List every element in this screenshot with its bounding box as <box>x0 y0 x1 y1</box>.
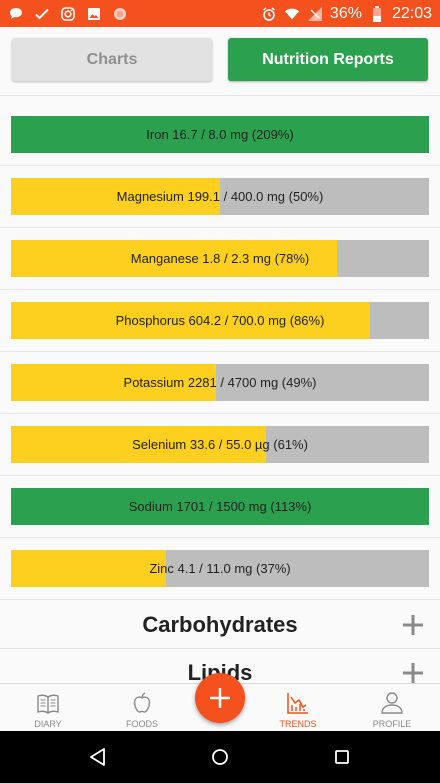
nutrient-label: Selenium 33.6 / 55.0 µg (61%) <box>132 437 308 452</box>
nutrient-row-phosphorus: Phosphorus 604.2 / 700.0 mg (86%) <box>0 290 440 352</box>
record-icon <box>112 6 128 22</box>
nutrient-row-potassium: Potassium 2281 / 4700 mg (49%) <box>0 352 440 414</box>
nutrient-bar: Magnesium 199.1 / 400.0 mg (50%) <box>11 178 429 215</box>
nutrient-row-manganese: Manganese 1.8 / 2.3 mg (78%) <box>0 228 440 290</box>
section-title: Carbohydrates <box>142 611 298 637</box>
plus-icon <box>210 688 230 708</box>
nutrient-row-magnesium: Magnesium 199.1 / 400.0 mg (50%) <box>0 166 440 228</box>
book-icon <box>37 694 59 714</box>
nutrient-row-selenium: Selenium 33.6 / 55.0 µg (61%) <box>0 414 440 476</box>
nutrient-label: Zinc 4.1 / 11.0 mg (37%) <box>149 561 291 576</box>
nutrient-bar: Selenium 33.6 / 55.0 µg (61%) <box>11 426 429 463</box>
nutrient-bar: Phosphorus 604.2 / 700.0 mg (86%) <box>11 302 429 339</box>
back-icon[interactable] <box>86 745 110 769</box>
nutrient-label: Phosphorus 604.2 / 700.0 mg (86%) <box>115 313 325 328</box>
nav-label: PROFILE <box>372 719 412 729</box>
person-icon <box>381 692 403 714</box>
nutrient-bar: Zinc 4.1 / 11.0 mg (37%) <box>11 550 429 587</box>
nutrient-row-sodium: Sodium 1701 / 1500 mg (113%) <box>0 476 440 538</box>
report-tabs: Charts Nutrition Reports <box>0 27 440 95</box>
nutrient-label: Magnesium 199.1 / 400.0 mg (50%) <box>116 189 324 204</box>
nav-trends[interactable]: TRENDS <box>250 684 346 732</box>
android-navigation-bar <box>0 731 440 783</box>
instagram-icon <box>60 6 76 22</box>
status-bar: 36% 22:03 <box>0 0 440 27</box>
nav-diary[interactable]: DIARY <box>0 684 96 732</box>
battery-icon <box>369 5 385 22</box>
section-carbohydrates[interactable]: Carbohydrates <box>0 601 440 649</box>
wifi-icon <box>284 6 300 22</box>
charts-button[interactable]: Charts <box>12 38 212 81</box>
recent-apps-icon[interactable] <box>330 745 354 769</box>
nutrient-row-zinc: Zinc 4.1 / 11.0 mg (37%) <box>0 538 440 600</box>
nutrient-label: Iron 16.7 / 8.0 mg (209%) <box>146 127 294 142</box>
plus-icon[interactable] <box>402 662 424 683</box>
image-icon <box>86 6 102 22</box>
nutrient-label: Manganese 1.8 / 2.3 mg (78%) <box>130 251 310 266</box>
home-icon[interactable] <box>208 745 232 769</box>
notification-icons <box>8 6 128 22</box>
alarm-icon <box>261 6 277 22</box>
nutrition-reports-button[interactable]: Nutrition Reports <box>228 38 428 81</box>
nutrient-bar: Iron 16.7 / 8.0 mg (209%) <box>11 116 429 153</box>
nav-profile[interactable]: PROFILE <box>344 684 440 732</box>
nutrient-row-iron: Iron 16.7 / 8.0 mg (209%) <box>0 104 440 166</box>
nutrient-label: Potassium 2281 / 4700 mg (49%) <box>123 375 317 390</box>
nav-label: DIARY <box>34 719 62 729</box>
nutrient-bar: Sodium 1701 / 1500 mg (113%) <box>11 488 429 525</box>
add-entry-button[interactable] <box>195 673 245 723</box>
chat-bubble-icon <box>8 6 24 22</box>
nutrient-bar: Manganese 1.8 / 2.3 mg (78%) <box>11 240 429 277</box>
signal-icon <box>307 6 323 22</box>
nav-label: FOODS <box>125 719 158 729</box>
nutrient-label: Sodium 1701 / 1500 mg (113%) <box>128 499 312 514</box>
check-icon <box>34 6 50 22</box>
nav-label: TRENDS <box>279 719 317 729</box>
system-status: 36% 22:03 <box>261 5 432 23</box>
apple-icon <box>133 692 151 713</box>
plus-icon[interactable] <box>402 614 424 636</box>
trends-chart-icon <box>287 693 308 714</box>
nav-foods[interactable]: FOODS <box>94 684 190 732</box>
battery-percent: 36% <box>329 4 362 22</box>
clock: 22:03 <box>391 4 432 22</box>
nutrient-bar: Potassium 2281 / 4700 mg (49%) <box>11 364 429 401</box>
nutrient-list[interactable]: Iron 16.7 / 8.0 mg (209%) Magnesium 199.… <box>0 95 440 683</box>
